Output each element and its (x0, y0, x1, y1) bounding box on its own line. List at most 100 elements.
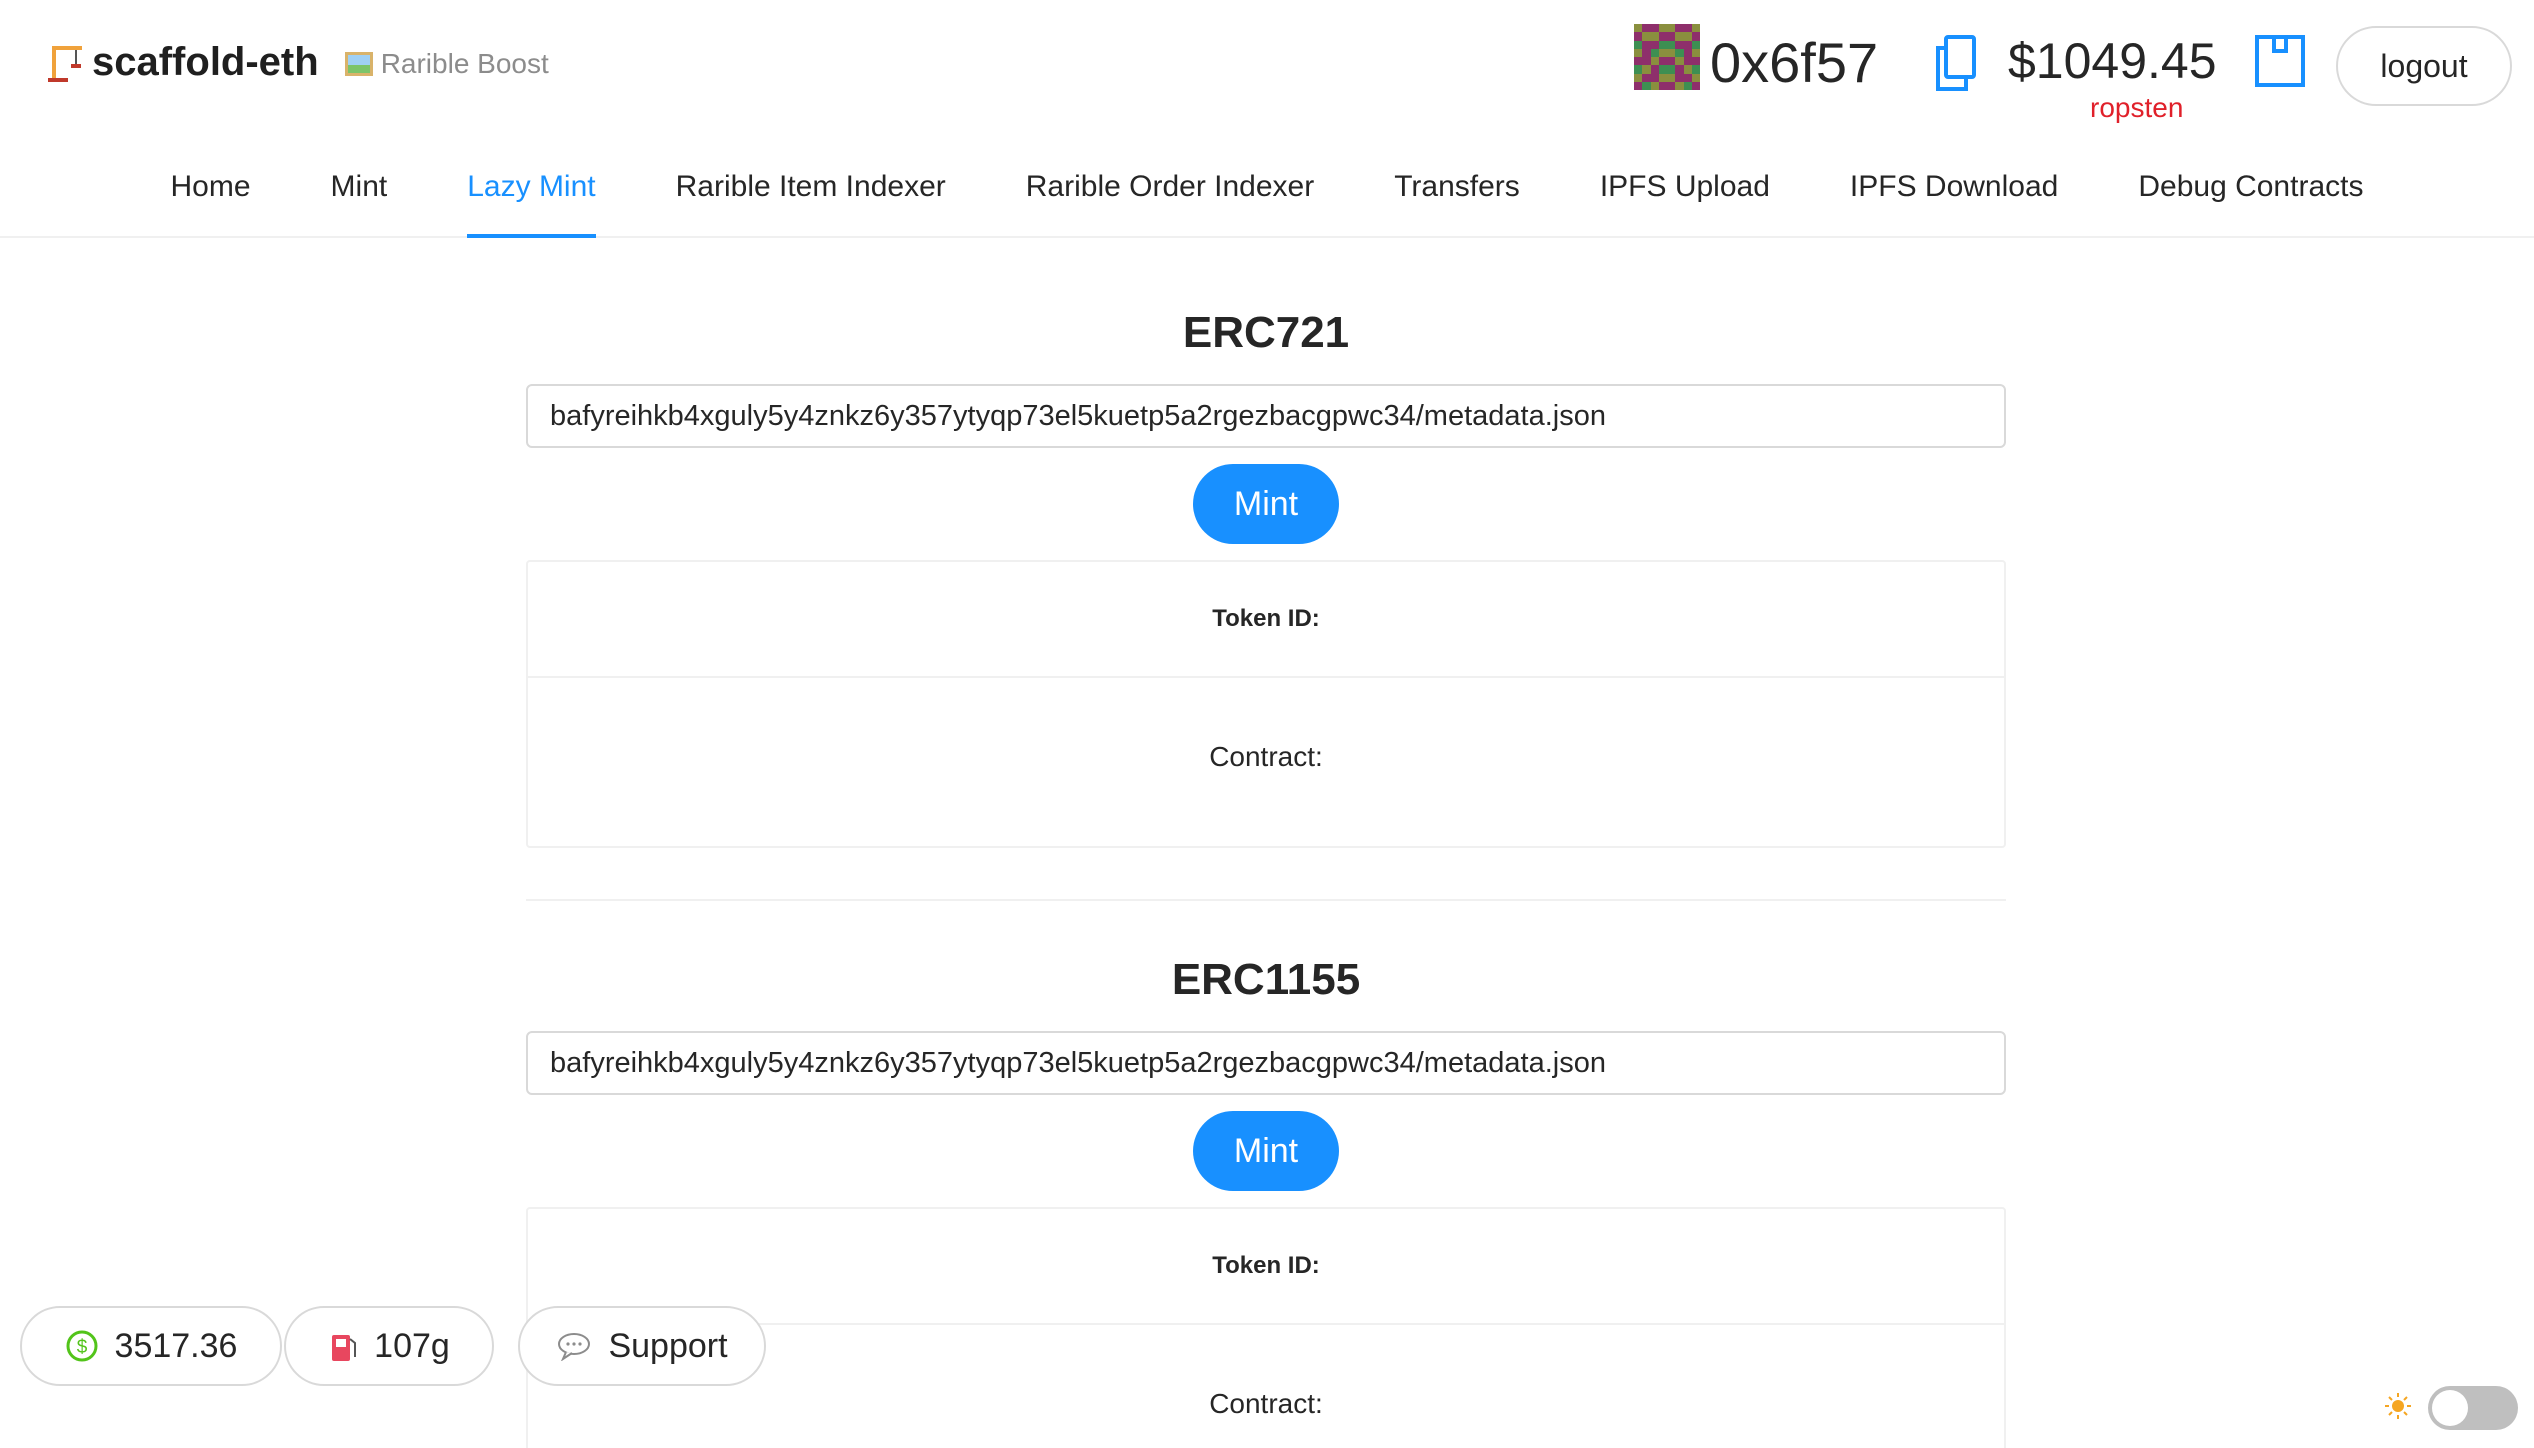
avatar-cell (1675, 81, 1684, 90)
avatar-cell (1667, 24, 1676, 33)
account-balance[interactable]: $1049.45 (2008, 32, 2217, 90)
avatar-cell (1675, 48, 1684, 57)
avatar-cell (1683, 73, 1692, 82)
avatar-cell (1691, 73, 1700, 82)
support-button[interactable]: Support (518, 1306, 766, 1386)
avatar-cell (1675, 73, 1684, 82)
erc721-token-id: Token ID: (528, 562, 2004, 678)
avatar-cell (1667, 73, 1676, 82)
avatar-cell (1667, 48, 1676, 57)
avatar-cell (1683, 40, 1692, 49)
avatar-cell (1642, 57, 1651, 66)
avatar-cell (1683, 57, 1692, 66)
tab-lazy-mint[interactable]: Lazy Mint (467, 150, 597, 238)
tab-transfers[interactable]: Transfers (1394, 150, 1520, 238)
avatar-cell (1642, 73, 1651, 82)
avatar-cell (1691, 57, 1700, 66)
erc1155-token-id: Token ID: (528, 1209, 2004, 1325)
avatar-cell (1642, 24, 1651, 33)
avatar-cell (1675, 32, 1684, 41)
tab-rarible-order-indexer[interactable]: Rarible Order Indexer (1026, 150, 1314, 238)
avatar-cell (1634, 73, 1643, 82)
avatar-cell (1650, 24, 1659, 33)
avatar-cell (1683, 24, 1692, 33)
avatar-cell (1675, 24, 1684, 33)
avatar-cell (1642, 48, 1651, 57)
tab-home[interactable]: Home (171, 150, 251, 238)
avatar-cell (1683, 32, 1692, 41)
avatar-cell (1675, 65, 1684, 74)
avatar-cell (1650, 81, 1659, 90)
erc721-title: ERC721 (1182, 308, 1350, 357)
avatar (1634, 24, 1700, 90)
svg-text:$: $ (76, 1337, 87, 1358)
avatar-cell (1691, 48, 1700, 57)
main-nav: Home Mint Lazy Mint Rarible Item Indexer Rar… (0, 150, 2534, 238)
theme-toggle[interactable] (2428, 1386, 2518, 1430)
erc721-mint-button[interactable]: Mint (1193, 464, 1339, 544)
eth-price-pill[interactable]: $ 3517.36 (20, 1306, 282, 1386)
support-label: Support (608, 1326, 728, 1365)
fuel-pump-icon (328, 1329, 358, 1363)
logout-button[interactable]: logout (2336, 26, 2512, 106)
avatar-cell (1691, 40, 1700, 49)
avatar-cell (1642, 32, 1651, 41)
avatar-cell (1650, 57, 1659, 66)
tab-debug-contracts[interactable]: Debug Contracts (2138, 150, 2363, 238)
avatar-cell (1650, 65, 1659, 74)
avatar-cell (1650, 32, 1659, 41)
account-address[interactable]: 0x6f57 (1710, 30, 1878, 95)
wallet-icon[interactable] (2254, 34, 2306, 88)
erc721-uri-input[interactable] (526, 384, 2006, 448)
erc1155-uri-input[interactable] (526, 1031, 2006, 1095)
avatar-cell (1658, 81, 1667, 90)
network-label: ropsten (2090, 92, 2184, 123)
avatar-cell (1658, 48, 1667, 57)
avatar-cell (1650, 73, 1659, 82)
gas-price-pill[interactable]: 107g (284, 1306, 494, 1386)
tab-mint[interactable]: Mint (331, 150, 388, 238)
tab-ipfs-upload[interactable]: IPFS Upload (1600, 150, 1770, 238)
dollar-circle-icon: $ (65, 1329, 99, 1363)
speech-bubble-icon (556, 1331, 592, 1361)
tab-ipfs-download[interactable]: IPFS Download (1850, 150, 2058, 238)
erc1155-mint-button[interactable]: Mint (1193, 1111, 1339, 1191)
avatar-cell (1658, 24, 1667, 33)
avatar-cell (1691, 32, 1700, 41)
theme-toggle-knob (2432, 1390, 2468, 1426)
avatar-cell (1650, 48, 1659, 57)
avatar-cell (1658, 73, 1667, 82)
erc1155-title: ERC1155 (1171, 955, 1361, 1004)
brand-title[interactable]: scaffold-eth (92, 40, 319, 85)
erc721-contract: Contract: (1209, 741, 1323, 772)
avatar-cell (1634, 65, 1643, 74)
avatar-cell (1658, 32, 1667, 41)
copy-icon[interactable] (1934, 34, 1978, 92)
avatar-cell (1683, 81, 1692, 90)
avatar-cell (1642, 65, 1651, 74)
section-divider (526, 899, 2006, 901)
avatar-cell (1683, 48, 1692, 57)
framed-picture-icon (344, 51, 373, 76)
avatar-cell (1642, 81, 1651, 90)
eth-price-value: 3517.36 (114, 1326, 238, 1365)
avatar-cell (1691, 24, 1700, 33)
avatar-cell (1634, 40, 1643, 49)
avatar-cell (1650, 40, 1659, 49)
avatar-cell (1683, 65, 1692, 74)
tab-rarible-item-indexer[interactable]: Rarible Item Indexer (676, 150, 946, 238)
avatar-cell (1667, 32, 1676, 41)
avatar-cell (1658, 65, 1667, 74)
avatar-cell (1675, 57, 1684, 66)
avatar-cell (1634, 48, 1643, 57)
avatar-cell (1634, 24, 1643, 33)
brand[interactable]: scaffold-eth Rarible Boost (48, 40, 549, 85)
avatar-cell (1667, 81, 1676, 90)
avatar-cell (1642, 40, 1651, 49)
avatar-cell (1658, 40, 1667, 49)
avatar-cell (1634, 81, 1643, 90)
avatar-cell (1691, 65, 1700, 74)
brand-subtitle: Rarible Boost (344, 48, 549, 80)
avatar-cell (1675, 40, 1684, 49)
avatar-cell (1667, 65, 1676, 74)
